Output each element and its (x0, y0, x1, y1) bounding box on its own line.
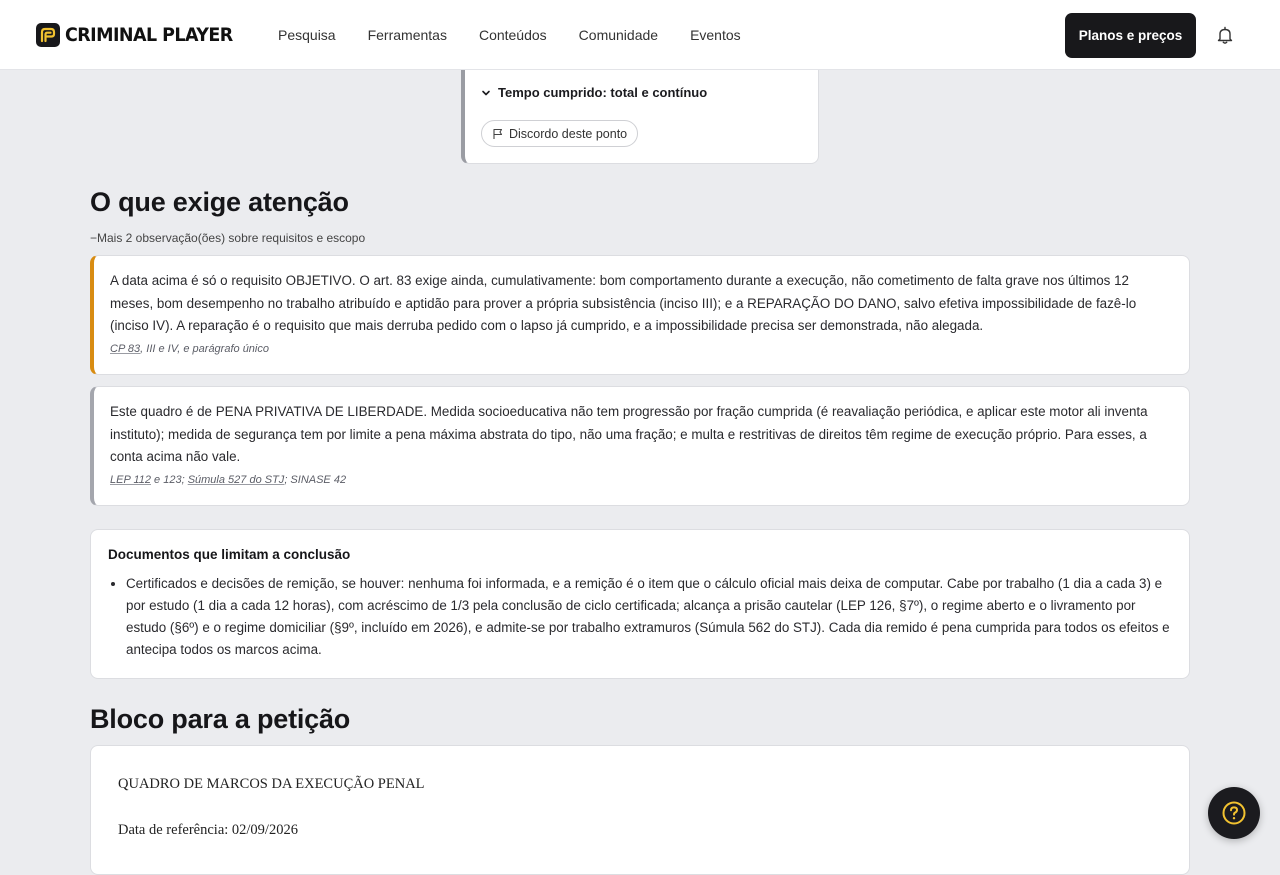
help-circle-icon (1222, 801, 1246, 825)
attention-title: O que exige atenção (90, 187, 349, 217)
list-item: Certificados e decisões de remição, se h… (126, 573, 1173, 661)
ref-text: e 123; (150, 473, 188, 486)
plans-button[interactable]: Planos e preços (1065, 13, 1196, 58)
petition-heading: QUADRO DE MARCOS DA EXECUÇÃO PENAL (118, 776, 425, 792)
chevron-down-icon (482, 90, 490, 95)
ref-link[interactable]: LEP 112 (110, 474, 151, 486)
documents-card: Documentos que limitam a conclusão Certi… (90, 529, 1190, 679)
petition-block[interactable]: QUADRO DE MARCOS DA EXECUÇÃO PENAL Data … (90, 745, 1190, 875)
logo-mark-icon (36, 23, 60, 47)
milestone-card: Tempo cumprido: total e contínuo Discord… (461, 56, 819, 164)
time-served-label: Tempo cumprido: total e contínuo (498, 85, 708, 100)
note-refs: LEP 112 e 123; Súmula 527 do STJ; SINASE… (110, 474, 1173, 486)
time-served-toggle[interactable]: Tempo cumprido: total e contínuo (481, 85, 707, 100)
petition-title: Bloco para a petição (90, 704, 351, 734)
petition-reference-date: Data de referência: 02/09/2026 (118, 822, 298, 838)
nav-item-eventos[interactable]: Eventos (690, 27, 741, 43)
note-text: Este quadro é de PENA PRIVATIVA DE LIBER… (110, 404, 1148, 464)
brand-name: CRIMINAL PLAYER (65, 24, 233, 46)
ref-link[interactable]: Súmula 527 do STJ (188, 474, 285, 486)
ref-text: ; SINASE 42 (284, 473, 347, 486)
nav-item-comunidade[interactable]: Comunidade (579, 27, 658, 43)
note-refs: CP 83, III e IV, e parágrafo único (110, 343, 1173, 355)
top-navigation: CRIMINAL PLAYER Pesquisa Ferramentas Con… (0, 0, 1280, 70)
attention-note: Este quadro é de PENA PRIVATIVA DE LIBER… (90, 386, 1190, 506)
note-text: A data acima é só o requisito OBJETIVO. … (110, 273, 1137, 333)
ref-text: , III e IV, e parágrafo único (140, 342, 269, 355)
flag-icon (493, 128, 503, 139)
bell-icon[interactable] (1215, 25, 1235, 45)
more-notes-toggle[interactable]: −Mais 2 observação(ões) sobre requisitos… (90, 231, 365, 245)
brand-logo[interactable]: CRIMINAL PLAYER (36, 23, 247, 47)
disagree-label: Discordo deste ponto (509, 126, 628, 141)
nav-item-ferramentas[interactable]: Ferramentas (368, 27, 447, 43)
documents-list: Certificados e decisões de remição, se h… (108, 573, 1173, 661)
ref-link[interactable]: CP 83 (110, 343, 140, 355)
help-button[interactable] (1208, 787, 1260, 839)
nav-item-conteudos[interactable]: Conteúdos (479, 27, 547, 43)
documents-title: Documentos que limitam a conclusão (108, 547, 351, 562)
attention-note: A data acima é só o requisito OBJETIVO. … (90, 255, 1190, 375)
main-nav: Pesquisa Ferramentas Conteúdos Comunidad… (278, 27, 773, 43)
nav-item-pesquisa[interactable]: Pesquisa (278, 27, 336, 43)
disagree-button[interactable]: Discordo deste ponto (481, 120, 639, 147)
